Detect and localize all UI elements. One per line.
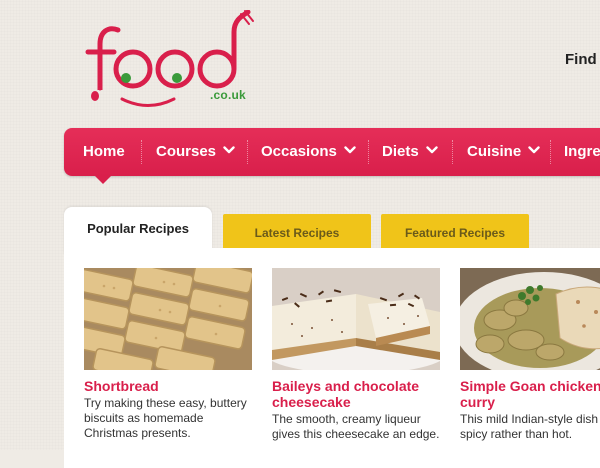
nav-item-home[interactable]: Home xyxy=(83,128,125,176)
nav-item-label: Occasions xyxy=(261,143,337,160)
nav-item-label: Home xyxy=(83,143,125,160)
nav-item-label: Cuisine xyxy=(467,143,522,160)
recipe-title-link[interactable]: Shortbread xyxy=(84,378,252,394)
nav-item-cuisine[interactable]: Cuisine xyxy=(467,128,540,176)
recipe-description: Try making these easy, buttery biscuits … xyxy=(84,396,247,440)
recipe-image-shortbread[interactable] xyxy=(84,268,252,370)
nav-item-courses[interactable]: Courses xyxy=(156,128,235,176)
site-logo[interactable]: .co.uk xyxy=(78,10,258,115)
recipe-description: The smooth, creamy liqueur gives this ch… xyxy=(272,412,440,441)
nav-item-diets[interactable]: Diets xyxy=(382,128,438,176)
nav-divider xyxy=(452,140,453,164)
nav-divider xyxy=(550,140,551,164)
recipe-card: Shortbread Try making these easy, butter… xyxy=(84,268,252,441)
nav-item-label: Courses xyxy=(156,143,217,160)
main-nav: Home Courses Occasions Diets Cuisine Ing… xyxy=(64,128,600,176)
recipe-title-link[interactable]: Simple Goan chicken curry xyxy=(460,378,600,410)
recipe-image-curry[interactable] xyxy=(460,268,600,370)
nav-divider xyxy=(141,140,142,164)
tab-featured-recipes[interactable]: Featured Recipes xyxy=(381,214,529,250)
recipe-card: Baileys and chocolate cheesecake The smo… xyxy=(272,268,440,442)
nav-divider xyxy=(247,140,248,164)
nav-item-label: Ingre xyxy=(564,143,600,160)
recipe-image-cheesecake[interactable] xyxy=(272,268,440,370)
nav-item-ingredients[interactable]: Ingre xyxy=(564,128,600,176)
curry-photo xyxy=(460,268,600,370)
tab-latest-recipes[interactable]: Latest Recipes xyxy=(223,214,371,250)
active-nav-pointer xyxy=(95,176,111,184)
nav-item-label: Diets xyxy=(382,143,419,160)
chevron-down-icon xyxy=(425,146,438,154)
chevron-down-icon xyxy=(223,146,235,154)
find-heading: Find xyxy=(565,51,597,68)
recipe-description: This mild Indian-style dish spicy rather… xyxy=(460,412,599,441)
cheesecake-photo xyxy=(272,268,440,370)
logo-tld: .co.uk xyxy=(210,88,246,102)
recipe-title-link[interactable]: Baileys and chocolate cheesecake xyxy=(272,378,440,410)
chevron-down-icon xyxy=(344,146,356,154)
nav-item-occasions[interactable]: Occasions xyxy=(261,128,356,176)
chevron-down-icon xyxy=(528,146,540,154)
recipe-card: Simple Goan chicken curry This mild Indi… xyxy=(460,268,600,442)
nav-divider xyxy=(368,140,369,164)
shortbread-photo xyxy=(84,268,252,370)
